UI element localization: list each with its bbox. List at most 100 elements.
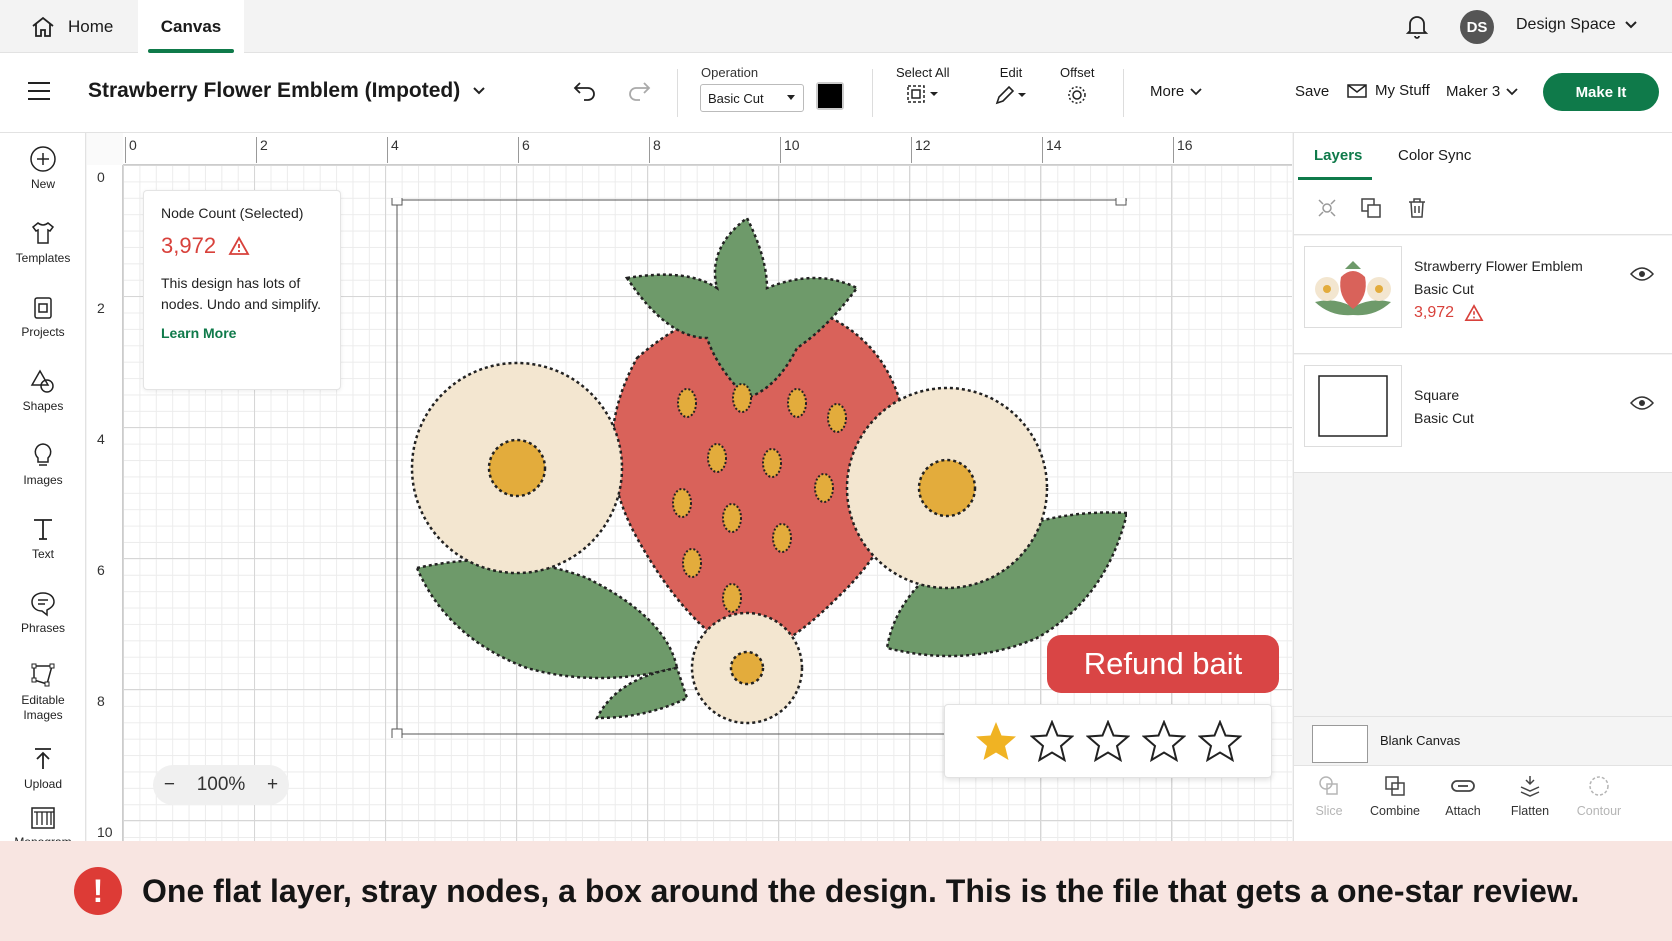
layer-row[interactable]: Square Basic Cut xyxy=(1294,355,1672,473)
home-label: Home xyxy=(68,17,114,36)
plus-circle-icon xyxy=(30,146,56,172)
zoom-out-button[interactable]: − xyxy=(164,774,175,796)
sidebar-item-label: Upload xyxy=(23,777,63,791)
strawberry-seed xyxy=(732,383,752,413)
ruler-tick: 14 xyxy=(1042,137,1062,163)
sidebar-item-text[interactable]: Text xyxy=(0,515,86,561)
canvas-tab[interactable]: Canvas xyxy=(138,0,244,53)
learn-more-link[interactable]: Learn More xyxy=(161,325,323,341)
sidebar-item-phrases[interactable]: Phrases xyxy=(0,589,86,635)
project-title[interactable]: Strawberry Flower Emblem (Impoted) xyxy=(88,79,486,103)
my-stuff-button[interactable]: My Stuff xyxy=(1347,82,1430,99)
sidebar-item-label: Templates xyxy=(15,251,71,265)
ruler-tick: 2 xyxy=(256,137,268,163)
combine-button[interactable]: Combine xyxy=(1360,774,1430,818)
bell-icon[interactable] xyxy=(1405,12,1429,40)
left-sidebar: New Templates Projects Shapes Images Tex… xyxy=(0,133,86,849)
attach-button[interactable]: Attach xyxy=(1428,774,1498,818)
undo-icon[interactable] xyxy=(572,79,598,101)
monogram-icon xyxy=(31,807,55,829)
more-menu[interactable]: More xyxy=(1150,83,1202,100)
layer-row[interactable]: Strawberry Flower Emblem Basic Cut 3,972 xyxy=(1294,236,1672,354)
contour-icon xyxy=(1589,776,1609,796)
ruler-tick: 16 xyxy=(1173,137,1193,163)
design-canvas[interactable]: 0 2 4 6 8 10 12 14 16 0 2 4 6 8 10 Node … xyxy=(87,133,1292,841)
project-title-label: Strawberry Flower Emblem (Impoted) xyxy=(88,79,461,102)
color-swatch-fill xyxy=(818,84,842,108)
strawberry-seed xyxy=(814,473,834,503)
more-label: More xyxy=(1150,83,1185,100)
layers-panel: Layers Color Sync Strawberry Flower Embl… xyxy=(1293,133,1672,841)
banner-text: One flat layer, stray nodes, a box aroun… xyxy=(142,872,1580,909)
sidebar-item-projects[interactable]: Projects xyxy=(0,293,86,339)
toolbar: Strawberry Flower Emblem (Impoted) Opera… xyxy=(0,53,1672,133)
divider xyxy=(1123,69,1124,117)
slice-button[interactable]: Slice xyxy=(1294,774,1364,818)
sidebar-item-new[interactable]: New xyxy=(0,145,86,191)
strawberry-seed xyxy=(787,388,807,418)
flatten-button[interactable]: Flatten xyxy=(1495,774,1565,818)
sidebar-item-templates[interactable]: Templates xyxy=(0,219,86,265)
home-tab[interactable]: Home xyxy=(30,12,113,42)
strawberry-seed xyxy=(672,488,692,518)
hamburger-menu-icon[interactable] xyxy=(27,81,51,101)
strawberry-seed xyxy=(707,443,727,473)
flatten-icon xyxy=(1520,776,1540,797)
sidebar-item-shapes[interactable]: Shapes xyxy=(0,367,86,413)
operation-select[interactable]: Basic Cut xyxy=(700,84,804,112)
sidebar-item-label: Text xyxy=(31,547,54,561)
active-tab-indicator xyxy=(1298,177,1372,180)
select-all-icon xyxy=(906,85,938,103)
contour-button[interactable]: Contour xyxy=(1564,774,1634,818)
select-all-tool[interactable]: Select All xyxy=(896,65,949,104)
ruler-tick: 6 xyxy=(518,137,530,163)
selection-handle[interactable] xyxy=(1115,198,1127,206)
top-nav: Home Canvas DS Design Space xyxy=(0,0,1672,53)
duplicate-icon[interactable] xyxy=(1360,197,1382,219)
blank-canvas-row[interactable]: Blank Canvas xyxy=(1294,716,1672,764)
design-artwork[interactable] xyxy=(387,198,1127,738)
ruler-tick: 2 xyxy=(97,300,105,316)
star-filled-icon xyxy=(976,722,1016,760)
selection-handle[interactable] xyxy=(391,728,403,738)
sidebar-item-editable-images[interactable]: Editable Images xyxy=(0,661,86,723)
pencil-icon xyxy=(995,85,1026,105)
ruler-tick: 6 xyxy=(97,562,105,578)
design-space-menu[interactable]: Design Space xyxy=(1516,16,1638,34)
eye-icon[interactable] xyxy=(1630,395,1654,411)
ruler-tick: 8 xyxy=(649,137,661,163)
layer-action-bar: Slice Combine Attach Flatten Contour xyxy=(1294,765,1672,841)
ruler-tick: 10 xyxy=(780,137,800,163)
selection-handle[interactable] xyxy=(391,198,403,206)
flower-bottom-center xyxy=(729,650,765,686)
trash-icon[interactable] xyxy=(1406,197,1428,219)
redo-icon[interactable] xyxy=(626,79,652,101)
offset-tool[interactable]: Offset xyxy=(1060,65,1094,106)
zoom-value: 100% xyxy=(196,774,246,795)
chevron-down-icon xyxy=(1506,87,1518,95)
sidebar-item-images[interactable]: Images xyxy=(0,441,86,487)
edit-tool[interactable]: Edit xyxy=(994,65,1028,106)
ruler-top: 0 2 4 6 8 10 12 14 16 xyxy=(123,133,1292,165)
avatar[interactable]: DS xyxy=(1460,10,1494,44)
offset-label: Offset xyxy=(1060,65,1095,80)
save-button[interactable]: Save xyxy=(1295,83,1329,100)
design-space-label: Design Space xyxy=(1516,16,1616,33)
node-count-value: 3,972 xyxy=(161,233,217,258)
strawberry-seed xyxy=(722,503,742,533)
eye-icon[interactable] xyxy=(1630,266,1654,282)
color-swatch[interactable] xyxy=(816,82,844,110)
tab-color-sync[interactable]: Color Sync xyxy=(1398,147,1471,164)
projects-icon xyxy=(34,297,52,319)
ruler-tick: 10 xyxy=(97,824,113,840)
group-icon[interactable] xyxy=(1316,197,1338,219)
tab-layers[interactable]: Layers xyxy=(1314,147,1362,164)
zoom-in-button[interactable]: + xyxy=(267,774,278,796)
shirt-icon xyxy=(31,222,55,244)
layer-thumbnail xyxy=(1304,365,1402,447)
sidebar-item-upload[interactable]: Upload xyxy=(0,745,86,791)
layer-name: Strawberry Flower Emblem xyxy=(1414,258,1583,274)
machine-select[interactable]: Maker 3 xyxy=(1446,83,1518,100)
make-it-button[interactable]: Make It xyxy=(1543,73,1659,111)
edit-label: Edit xyxy=(999,65,1023,80)
